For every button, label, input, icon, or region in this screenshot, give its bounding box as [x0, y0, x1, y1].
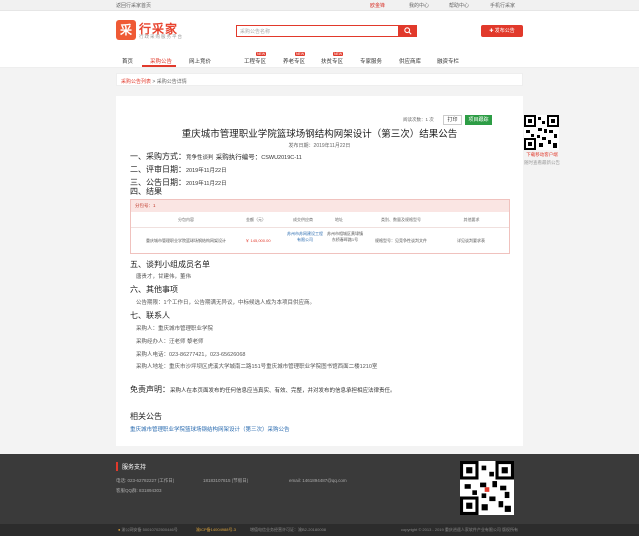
nav-active-indicator	[142, 65, 176, 67]
table-header: 分包内容	[178, 217, 194, 222]
qr-caption-sub: 随时查看最新公告	[524, 160, 560, 165]
section-notice-value: 2019年11月22日	[186, 181, 227, 187]
exec-code-value: CSWU2019C-11	[261, 155, 302, 161]
user-menu[interactable]: 欧金锋	[370, 2, 385, 9]
contact-purchaser: 采购人：重庆城市管理职业学院	[136, 326, 214, 332]
police-record: ● 渝公网安备 50010702500446号	[118, 527, 178, 533]
contact-address: 采购人地址：重庆市沙坪坝区虎溪大学城南二路151号重庆城市管理职业学院图书馆西面…	[136, 364, 378, 370]
publish-date: 发布日期：2019年11月22日	[288, 143, 351, 149]
other-text: 公告期限：1个工作日，公告期满无异议，中标候选人成为本项目供应商。	[136, 300, 316, 306]
table-header: 金额（元）	[246, 217, 266, 222]
new-badge: NEW	[256, 52, 267, 56]
breadcrumb-current: 采购公告详情	[156, 79, 187, 85]
follow-button[interactable]: 项目跟踪	[465, 115, 492, 125]
exec-code-label: 采购执行编号：	[215, 154, 262, 161]
nav-experts[interactable]: 专家服务	[360, 57, 382, 65]
page-title: 重庆城市管理职业学院篮球场钢结构网架设计（第三次）结果公告	[181, 129, 458, 140]
table-header: 地址	[335, 217, 343, 222]
disclaimer-label: 免责声明：	[130, 385, 170, 394]
table-cell-supplier[interactable]: 苏州市苏网建设工程有限公司	[286, 231, 324, 243]
table-header: 类别、数量及规格型号	[381, 217, 421, 222]
section-review-date: 二、评审日期：2019年11月22日	[130, 164, 227, 175]
footer-qq: 客服QQ群: 831894303	[116, 488, 162, 493]
nav-elderly[interactable]: 养老专区 NEW	[283, 52, 306, 65]
nav-engineering[interactable]: 工程专区 NEW	[244, 52, 267, 65]
table-cell: 规格型号：见竞争性谈判文件	[375, 238, 427, 243]
breadcrumb-list-link[interactable]: 采购公告列表	[121, 79, 151, 85]
section-method-value: 竞争性谈判	[186, 155, 214, 161]
footer-title: 服务支持	[116, 462, 146, 471]
table-cell: 苏州市相城区黄埭镇东桥春晖路1号	[327, 231, 363, 242]
police-record-text: 渝公网安备 50010702500446号	[121, 527, 178, 532]
qr-caption: 下载移动客户端	[526, 152, 558, 157]
disclaimer: 免责声明：采购人在本页面发布的任何信息应当真实、有效、完整，并对发布的信息承担相…	[130, 384, 396, 395]
package-header: 分包号：1	[131, 200, 509, 212]
main-nav	[0, 51, 639, 68]
related-notice-link[interactable]: 重庆城市管理职业学院篮球场钢结构网架设计（第三次）采购公告	[130, 425, 290, 433]
table-header: 其他要求	[463, 217, 480, 222]
section-result: 四、结果	[130, 187, 162, 196]
nav-procurement[interactable]: 采购公告	[150, 57, 172, 65]
icp-record[interactable]: 渝ICP备14004988号-3	[196, 527, 236, 533]
top-bar: 返回行采家首页 欧金锋 我的中心 帮助中心 手机行采家	[0, 0, 639, 11]
nav-poverty[interactable]: 扶贫专区 NEW	[321, 52, 344, 65]
table-cell: 重庆城市管理职业学院篮球场钢结构网架设计	[146, 238, 226, 243]
nav-poverty-label: 扶贫专区	[321, 59, 344, 65]
help-center-link[interactable]: 帮助中心	[449, 2, 469, 9]
telecom-license: 增值电信业务经营许可证：渝B2-20180008	[250, 527, 327, 532]
footer-email: email: 1461894487@qq.com	[289, 478, 347, 483]
search-icon	[404, 27, 412, 35]
logo-icon[interactable]: 采	[116, 20, 136, 40]
contact-phone: 采购人电话：023-86277421，023-65626068	[136, 352, 246, 358]
my-center-link[interactable]: 我的中心	[409, 2, 429, 9]
section-contact: 七、联系人	[130, 311, 170, 320]
print-button[interactable]: 打印	[443, 115, 462, 125]
new-badge: NEW	[333, 52, 344, 56]
publish-label: 发布公告	[494, 28, 515, 34]
section-method-label: 一、采购方式：	[130, 152, 186, 161]
contact-agent: 采购经办人：汪老师 黎老师	[136, 339, 204, 345]
table-cell: 详见谈判要求表	[457, 238, 485, 243]
section-team: 五、谈判小组成员名单	[130, 260, 210, 269]
search-placeholder: 采购公告名称	[240, 29, 271, 35]
nav-engineering-label: 工程专区	[244, 59, 267, 65]
footer-qr-code	[460, 461, 514, 515]
logo-subtitle: 行政采购服务平台	[139, 34, 183, 39]
app-qr-code	[524, 115, 559, 150]
footer-phone: 电话: 023-62782227 (工作日)	[116, 478, 175, 483]
table-divider	[131, 227, 509, 228]
nav-bidding[interactable]: 网上竞价	[189, 57, 211, 65]
mobile-link[interactable]: 手机行采家	[490, 2, 515, 9]
nav-home[interactable]: 首页	[122, 57, 133, 65]
publish-button[interactable]: ✚ 发布公告	[481, 25, 523, 37]
section-other: 六、其他事项	[130, 285, 178, 294]
nav-elderly-label: 养老专区	[283, 59, 306, 65]
table-header: 成交供应商	[293, 217, 313, 222]
team-members: 唐贵才，甘建伟，董伟	[136, 274, 192, 280]
search-button[interactable]	[399, 25, 417, 37]
breadcrumb-separator: >	[152, 79, 156, 85]
disclaimer-text: 采购人在本页面发布的任何信息应当真实、有效、完整，并对发布的信息承担相应法律责任…	[170, 388, 396, 394]
related-heading: 相关公告	[130, 412, 162, 421]
qr-code-icon	[524, 115, 559, 150]
result-table: 分包号：1 分包内容 金额（元） 成交供应商 地址 类别、数量及规格型号 其他要…	[130, 199, 510, 254]
home-link[interactable]: 返回行采家首页	[116, 2, 151, 9]
view-count: 阅读次数：1 次	[403, 117, 434, 122]
new-badge: NEW	[295, 52, 306, 56]
footer-mobile: 18183107815 (节假日)	[203, 478, 249, 483]
section-review-value: 2019年11月22日	[186, 168, 227, 174]
section-method: 一、采购方式：竞争性谈判 采购执行编号：CSWU2019C-11	[130, 151, 302, 162]
section-review-label: 二、评审日期：	[130, 165, 186, 174]
nav-suppliers[interactable]: 供应商库	[399, 57, 421, 65]
search-input[interactable]: 采购公告名称	[236, 25, 399, 37]
breadcrumb: 采购公告列表 > 采购公告详情	[116, 73, 523, 86]
footer	[0, 454, 639, 524]
nav-finance[interactable]: 融资专栏	[437, 57, 459, 65]
copyright: copyright © 2013 - 2019 重庆逍遥人家软件产业有限公司 版…	[401, 527, 518, 532]
qr-code-icon	[460, 461, 514, 515]
table-cell-amount: ￥ 145,000.00	[245, 238, 271, 243]
